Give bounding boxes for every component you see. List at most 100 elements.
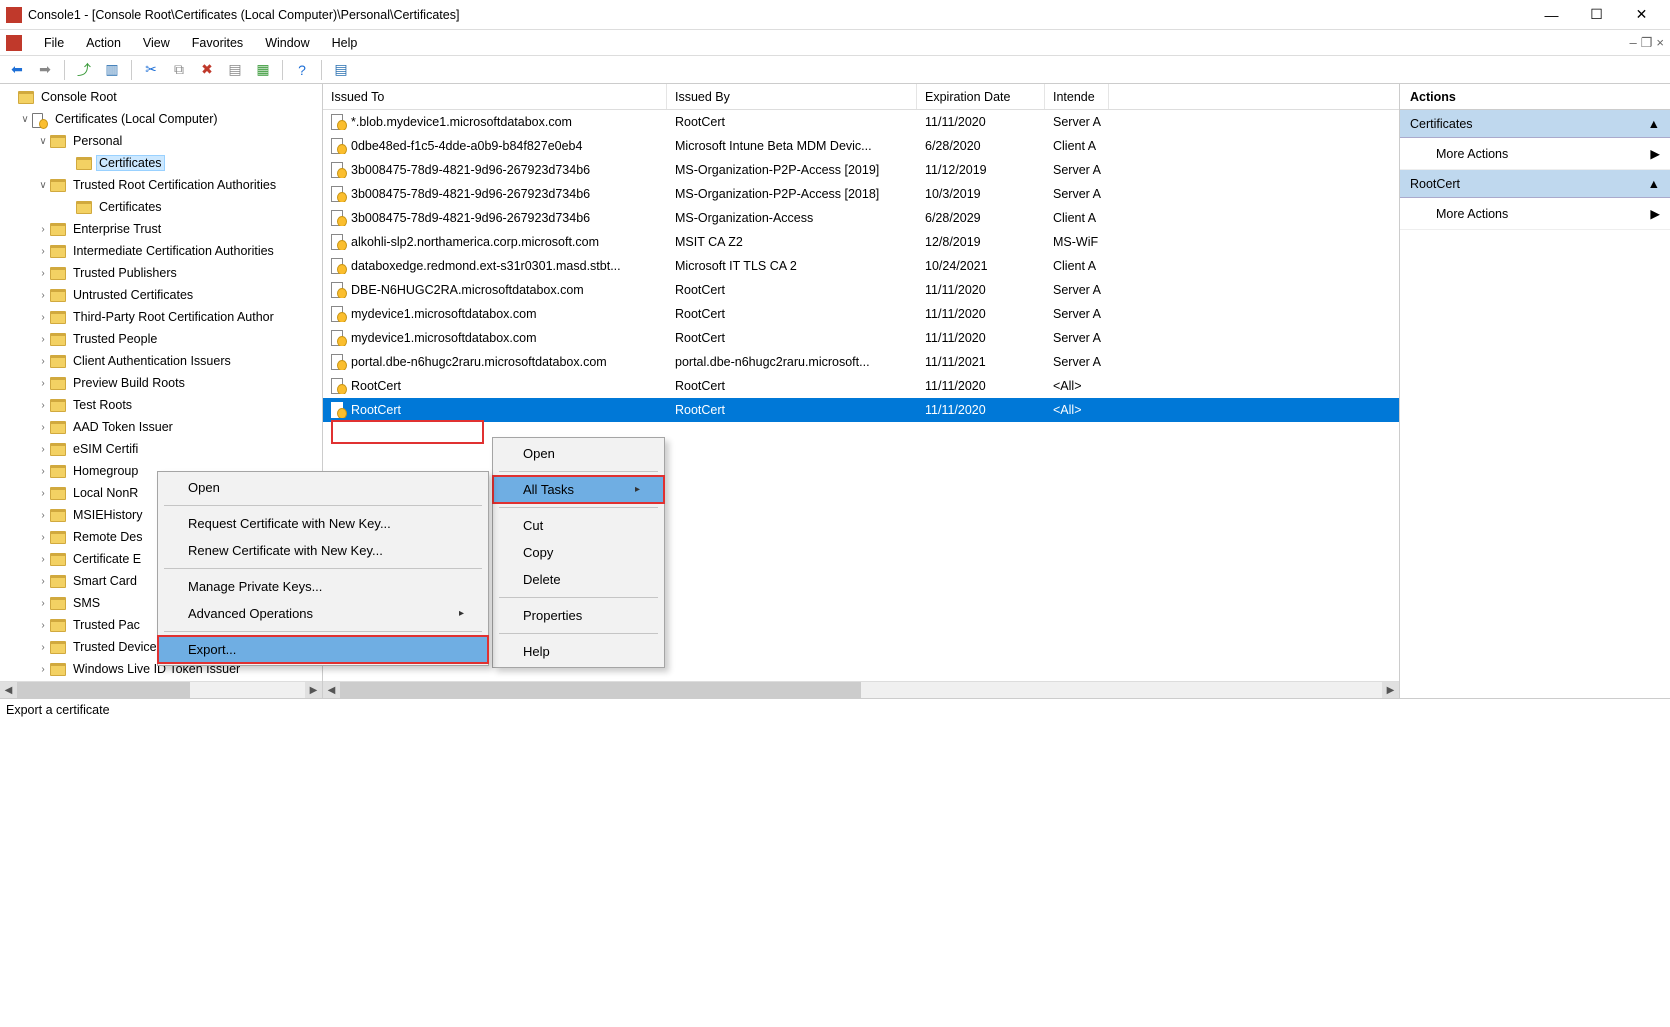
table-row[interactable]: portal.dbe-n6hugc2raru.microsoftdatabox.… (323, 350, 1399, 374)
ctx-at-export[interactable]: Export... (158, 636, 488, 663)
view-options-button[interactable]: ▤ (330, 59, 352, 81)
maximize-button[interactable]: ☐ (1574, 1, 1619, 29)
tree-personal[interactable]: ∨Personal (0, 130, 322, 152)
tree-item[interactable]: ›Untrusted Certificates (0, 284, 322, 306)
doc-minimize-icon[interactable]: – (1630, 35, 1637, 51)
up-button[interactable]: ⤴ (73, 59, 95, 81)
list-header: Issued To Issued By Expiration Date Inte… (323, 84, 1399, 110)
delete-button[interactable]: ✖ (196, 59, 218, 81)
status-bar: Export a certificate (0, 698, 1670, 720)
scroll-thumb[interactable] (17, 682, 190, 698)
col-issued-by[interactable]: Issued By (667, 84, 917, 109)
cut-button[interactable]: ✂ (140, 59, 162, 81)
table-row[interactable]: 0dbe48ed-f1c5-4dde-a0b9-b84f827e0eb4Micr… (323, 134, 1399, 158)
tree-personal-certificates[interactable]: Certificates (0, 152, 322, 174)
menu-favorites[interactable]: Favorites (190, 34, 245, 52)
tree-item[interactable]: ›Preview Build Roots (0, 372, 322, 394)
scroll-left-button[interactable]: ◀ (0, 682, 17, 698)
tree-certificates-local-computer[interactable]: ∨Certificates (Local Computer) (0, 108, 322, 130)
certificate-icon (331, 402, 347, 418)
help-button[interactable]: ? (291, 59, 313, 81)
doc-restore-icon[interactable]: ❐ (1641, 35, 1653, 51)
ctx-cut[interactable]: Cut (493, 512, 664, 539)
toolbar: ⬅ ➡ ⤴ ▥ ✂ ⧉ ✖ ▤ ▦ ? ▤ (0, 56, 1670, 84)
tree-item[interactable]: ›Client Authentication Issuers (0, 350, 322, 372)
actions-more-actions-1[interactable]: More Actions▶ (1400, 138, 1670, 170)
certificate-icon (331, 354, 347, 370)
menu-view[interactable]: View (141, 34, 172, 52)
table-row[interactable]: DBE-N6HUGC2RA.microsoftdatabox.comRootCe… (323, 278, 1399, 302)
status-text: Export a certificate (6, 703, 110, 717)
actions-section-rootcert[interactable]: RootCert▲ (1400, 170, 1670, 198)
close-button[interactable]: ✕ (1619, 1, 1664, 29)
ctx-at-request-new-key[interactable]: Request Certificate with New Key... (158, 510, 488, 537)
ctx-at-advanced-operations[interactable]: Advanced Operations▸ (158, 600, 488, 627)
document-icon (6, 35, 22, 51)
table-row[interactable]: mydevice1.microsoftdatabox.comRootCert11… (323, 326, 1399, 350)
ctx-all-tasks[interactable]: All Tasks▸ (493, 476, 664, 503)
collapse-icon: ▲ (1648, 117, 1660, 131)
actions-section-certificates[interactable]: Certificates▲ (1400, 110, 1670, 138)
ctx-properties[interactable]: Properties (493, 602, 664, 629)
tree-item[interactable]: ›Trusted People (0, 328, 322, 350)
submenu-arrow-icon: ▸ (459, 608, 464, 619)
collapse-icon: ▲ (1648, 177, 1660, 191)
menu-help[interactable]: Help (330, 34, 360, 52)
ctx-delete[interactable]: Delete (493, 566, 664, 593)
forward-button[interactable]: ➡ (34, 59, 56, 81)
doc-close-icon[interactable]: × (1656, 35, 1664, 51)
actions-title: Actions (1400, 84, 1670, 110)
table-row[interactable]: mydevice1.microsoftdatabox.comRootCert11… (323, 302, 1399, 326)
scroll-right-button[interactable]: ▶ (1382, 682, 1399, 698)
table-row[interactable]: RootCertRootCert11/11/2020<All> (323, 374, 1399, 398)
actions-pane: Actions Certificates▲ More Actions▶ Root… (1400, 84, 1670, 698)
scroll-right-button[interactable]: ▶ (305, 682, 322, 698)
properties-button[interactable]: ▤ (224, 59, 246, 81)
tree-trusted-root-ca[interactable]: ∨Trusted Root Certification Authorities (0, 174, 322, 196)
tree-item[interactable]: ›eSIM Certifi (0, 438, 322, 460)
tree-item[interactable]: ›Third-Party Root Certification Author (0, 306, 322, 328)
scroll-thumb[interactable] (340, 682, 861, 698)
tree-item[interactable]: ›Trusted Publishers (0, 262, 322, 284)
context-menu-certificate: Open All Tasks▸ Cut Copy Delete Properti… (492, 437, 665, 668)
menu-window[interactable]: Window (263, 34, 311, 52)
menu-action[interactable]: Action (84, 34, 123, 52)
tree-item[interactable]: ›Intermediate Certification Authorities (0, 240, 322, 262)
certificate-icon (331, 138, 347, 154)
tree-trca-certificates[interactable]: Certificates (0, 196, 322, 218)
col-intended-purposes[interactable]: Intende (1045, 84, 1109, 109)
ctx-at-renew-new-key[interactable]: Renew Certificate with New Key... (158, 537, 488, 564)
ctx-at-manage-private-keys[interactable]: Manage Private Keys... (158, 573, 488, 600)
certificate-icon (331, 282, 347, 298)
col-expiration-date[interactable]: Expiration Date (917, 84, 1045, 109)
menu-file[interactable]: File (42, 34, 66, 52)
chevron-right-icon: ▶ (1650, 206, 1660, 221)
table-row[interactable]: RootCertRootCert11/11/2020<All> (323, 398, 1399, 422)
tree-item[interactable]: ›Test Roots (0, 394, 322, 416)
show-hide-tree-button[interactable]: ▥ (101, 59, 123, 81)
minimize-button[interactable]: — (1529, 1, 1574, 29)
menu-bar: File Action View Favorites Window Help –… (0, 30, 1670, 56)
tree-item[interactable]: ›Enterprise Trust (0, 218, 322, 240)
table-row[interactable]: *.blob.mydevice1.microsoftdatabox.comRoo… (323, 110, 1399, 134)
table-row[interactable]: 3b008475-78d9-4821-9d96-267923d734b6MS-O… (323, 158, 1399, 182)
table-row[interactable]: alkohli-slp2.northamerica.corp.microsoft… (323, 230, 1399, 254)
back-button[interactable]: ⬅ (6, 59, 28, 81)
table-row[interactable]: 3b008475-78d9-4821-9d96-267923d734b6MS-O… (323, 206, 1399, 230)
tree-console-root[interactable]: Console Root (0, 86, 322, 108)
actions-more-actions-2[interactable]: More Actions▶ (1400, 198, 1670, 230)
table-row[interactable]: databoxedge.redmond.ext-s31r0301.masd.st… (323, 254, 1399, 278)
tree-horizontal-scrollbar[interactable]: ◀ ▶ (0, 681, 322, 698)
table-row[interactable]: 3b008475-78d9-4821-9d96-267923d734b6MS-O… (323, 182, 1399, 206)
scroll-left-button[interactable]: ◀ (323, 682, 340, 698)
tree-item[interactable]: ›AAD Token Issuer (0, 416, 322, 438)
ctx-copy[interactable]: Copy (493, 539, 664, 566)
copy-button[interactable]: ⧉ (168, 59, 190, 81)
list-horizontal-scrollbar[interactable]: ◀ ▶ (323, 681, 1399, 698)
export-button[interactable]: ▦ (252, 59, 274, 81)
col-issued-to[interactable]: Issued To (323, 84, 667, 109)
certificate-icon (331, 306, 347, 322)
ctx-help[interactable]: Help (493, 638, 664, 665)
ctx-open[interactable]: Open (493, 440, 664, 467)
ctx-at-open[interactable]: Open (158, 474, 488, 501)
